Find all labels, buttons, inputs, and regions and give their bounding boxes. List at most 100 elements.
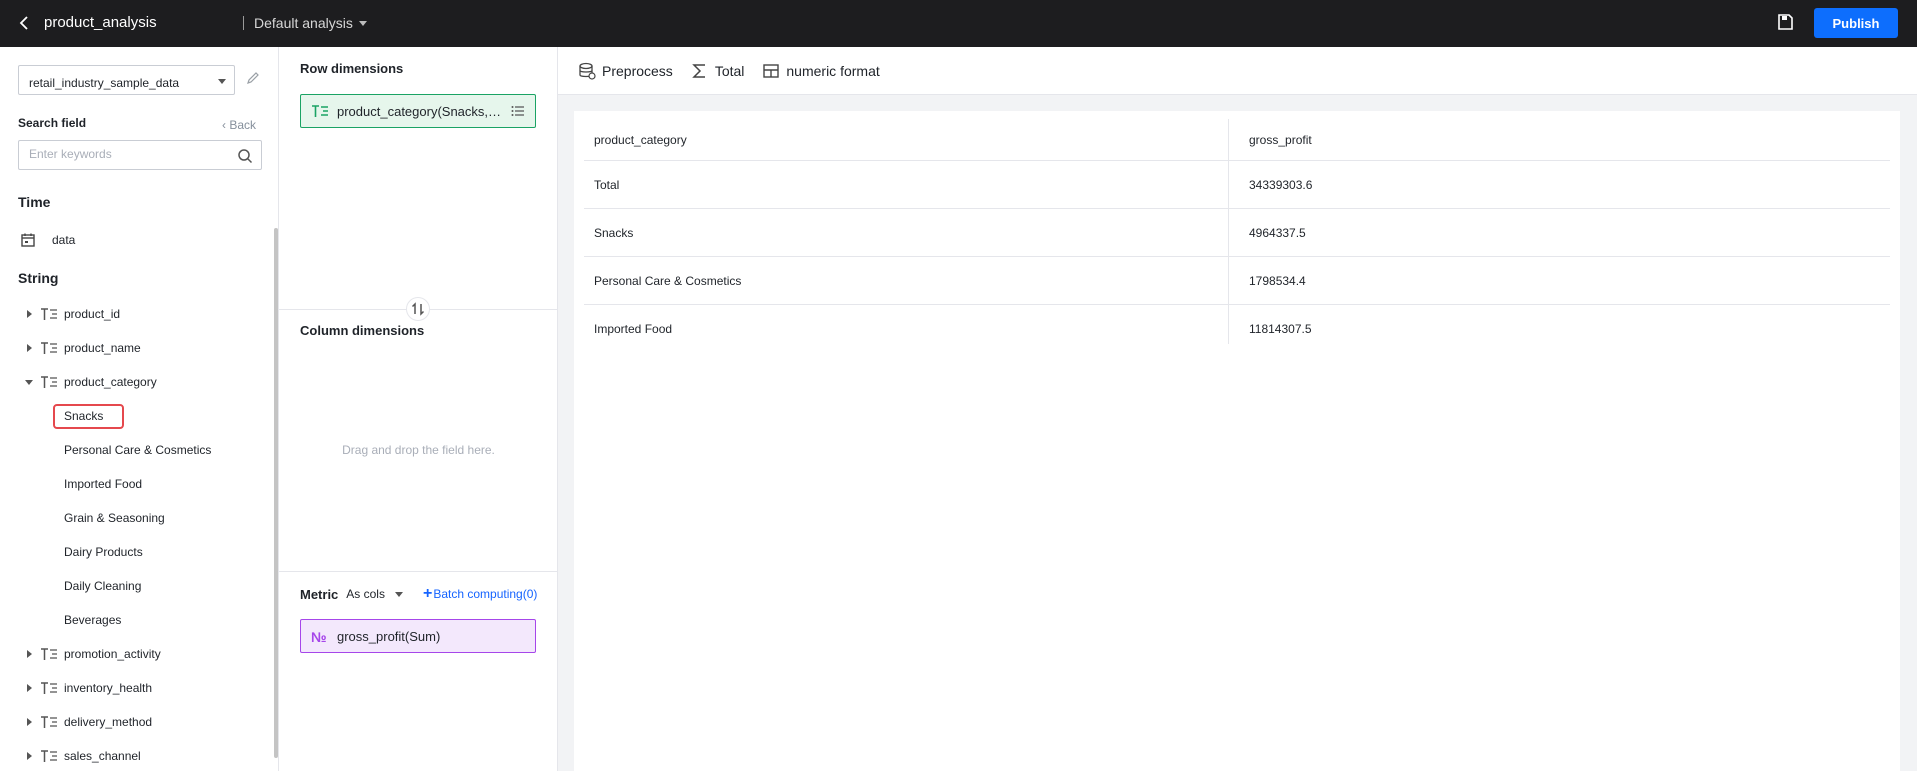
table-cell: Snacks <box>594 225 634 240</box>
report-title: product_analysis <box>44 14 157 31</box>
preprocess-label: Preprocess <box>602 62 673 79</box>
text-field-icon <box>41 682 57 694</box>
result-toolbar: Preprocess Total numeric format <box>558 47 1917 95</box>
caret-right-icon[interactable] <box>24 717 34 727</box>
table-row: Imported Food 11814307.5 <box>584 305 1890 353</box>
field-item-sales-channel[interactable]: sales_channel <box>24 749 141 763</box>
result-table-card: product_category gross_profit Total 3433… <box>574 111 1900 771</box>
metric-mode-select[interactable]: As cols <box>346 587 385 601</box>
text-field-icon <box>41 342 57 354</box>
category-value-imported-food[interactable]: Imported Food <box>64 477 142 491</box>
field-item-promotion-activity[interactable]: promotion_activity <box>24 647 161 661</box>
category-value-dairy[interactable]: Dairy Products <box>64 545 143 559</box>
table-cell: Total <box>594 177 620 192</box>
batch-computing-link[interactable]: Batch computing(0) <box>433 587 537 601</box>
table-cell: 11814307.5 <box>1249 322 1312 336</box>
column-dimensions-heading: Column dimensions <box>300 323 425 338</box>
chevron-down-icon[interactable] <box>394 591 403 597</box>
metric-chip[interactable]: № gross_profit(Sum) <box>300 619 536 653</box>
field-item-product-name[interactable]: product_name <box>24 341 141 355</box>
analysis-name: Default analysis <box>254 15 353 31</box>
text-field-icon <box>41 308 57 320</box>
field-item-delivery-method[interactable]: delivery_method <box>24 715 152 729</box>
sigma-icon <box>692 63 705 78</box>
field-label: delivery_method <box>64 715 153 729</box>
metric-header: Metric As cols + Batch computing(0) <box>300 585 537 603</box>
table-row: Snacks 4964337.5 <box>584 209 1890 257</box>
analysis-selector[interactable]: Default analysis <box>254 15 367 31</box>
caret-right-icon[interactable] <box>24 683 34 693</box>
field-label: inventory_health <box>64 681 153 695</box>
caret-down-icon[interactable] <box>24 377 34 387</box>
publish-button[interactable]: Publish <box>1814 8 1898 38</box>
field-panel: retail_industry_sample_data Search field… <box>0 47 279 771</box>
search-box <box>18 140 262 170</box>
dataset-name: retail_industry_sample_data <box>29 76 180 90</box>
text-field-icon <box>41 750 57 762</box>
numeric-format-label: numeric format <box>786 62 880 79</box>
field-item-product-id[interactable]: product_id <box>24 307 120 321</box>
caret-right-icon[interactable] <box>24 343 34 353</box>
field-label: sales_channel <box>64 749 141 763</box>
text-field-icon <box>41 648 57 660</box>
plus-icon[interactable]: + <box>423 585 432 603</box>
dataset-select[interactable]: retail_industry_sample_data <box>18 65 235 95</box>
metric-label: gross_profit(Sum) <box>337 628 441 644</box>
field-label: product_category <box>64 375 157 389</box>
list-menu-icon[interactable] <box>511 105 525 117</box>
caret-right-icon[interactable] <box>24 751 34 761</box>
total-button[interactable]: Total <box>691 62 744 80</box>
category-value-grain[interactable]: Grain & Seasoning <box>64 511 165 525</box>
field-item-inventory-health[interactable]: inventory_health <box>24 681 152 695</box>
calendar-icon <box>21 233 35 247</box>
table-cell: Personal Care & Cosmetics <box>594 273 742 288</box>
section-divider <box>279 571 558 572</box>
field-item-product-category[interactable]: product_category <box>24 375 157 389</box>
category-value-personal-care[interactable]: Personal Care & Cosmetics <box>64 443 211 457</box>
save-icon[interactable] <box>1776 13 1794 31</box>
category-value-beverages[interactable]: Beverages <box>64 613 121 627</box>
result-area: Preprocess Total numeric format product_… <box>558 47 1917 771</box>
column-header[interactable]: product_category <box>594 133 687 147</box>
field-label: promotion_activity <box>64 647 161 661</box>
search-field-label: Search field <box>18 116 87 130</box>
edit-icon[interactable] <box>246 71 260 85</box>
metric-heading: Metric <box>300 586 339 602</box>
caret-right-icon[interactable] <box>24 309 34 319</box>
chevron-down-icon <box>218 79 226 84</box>
back-link[interactable]: ‹ Back <box>222 118 256 132</box>
caret-right-icon[interactable] <box>24 649 34 659</box>
database-icon <box>579 62 596 80</box>
group-string-heading: String <box>18 270 59 286</box>
field-item-data[interactable]: data <box>20 232 75 248</box>
category-value-snacks[interactable]: Snacks <box>64 409 103 423</box>
result-table: product_category gross_profit Total 3433… <box>584 119 1890 353</box>
field-label: product_id <box>64 307 121 321</box>
swap-icon[interactable] <box>406 297 430 321</box>
table-cell: 1798534.4 <box>1249 273 1306 288</box>
field-label: data <box>52 233 76 247</box>
table-cell: 34339303.6 <box>1249 177 1313 192</box>
table-row: Total 34339303.6 <box>584 161 1890 209</box>
search-input[interactable] <box>29 141 229 167</box>
drop-zone-hint[interactable]: Drag and drop the field here. <box>279 443 558 457</box>
number-field-icon: № <box>311 629 327 645</box>
group-time-heading: Time <box>18 194 51 210</box>
search-icon[interactable] <box>237 148 253 164</box>
column-header[interactable]: gross_profit <box>1249 133 1312 147</box>
row-dimension-chip[interactable]: product_category(Snacks,Personal Care & … <box>300 94 536 128</box>
row-dimensions-heading: Row dimensions <box>300 61 404 76</box>
category-value-daily-cleaning[interactable]: Daily Cleaning <box>64 579 141 593</box>
dimension-panel: Row dimensions product_category(Snacks,P… <box>279 47 558 771</box>
chevron-down-icon <box>358 20 367 26</box>
table-format-icon <box>763 63 780 78</box>
scrollbar[interactable] <box>274 228 278 758</box>
numeric-format-button[interactable]: numeric format <box>762 62 880 80</box>
table-row: Personal Care & Cosmetics 1798534.4 <box>584 257 1890 305</box>
row-dimension-label: product_category(Snacks,Personal Care & … <box>337 103 507 119</box>
text-field-icon <box>41 716 57 728</box>
text-field-icon <box>41 376 57 388</box>
table-cell: Imported Food <box>594 322 673 336</box>
back-arrow-icon[interactable] <box>16 14 34 32</box>
preprocess-button[interactable]: Preprocess <box>578 62 673 80</box>
